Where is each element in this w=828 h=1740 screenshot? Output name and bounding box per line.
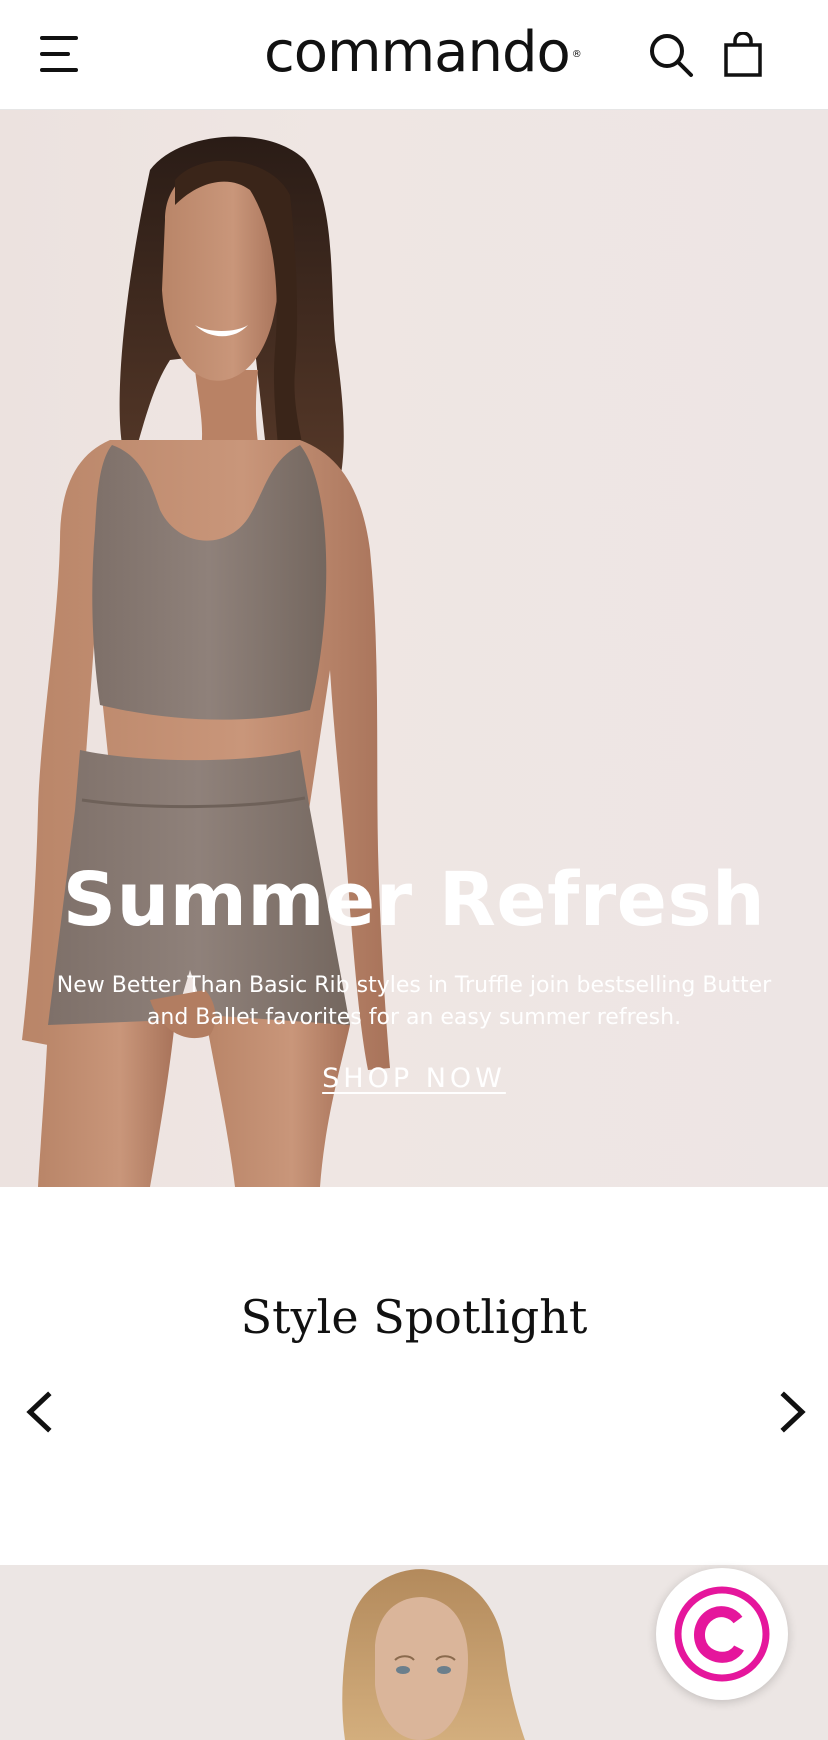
hero-subtitle: New Better Than Basic Rib styles in Truf… xyxy=(56,973,772,1030)
brand-logo[interactable]: commando ® xyxy=(264,18,582,88)
chevron-left-icon xyxy=(26,1391,52,1433)
hero-banner[interactable]: Summer Refresh New Better Than Basic Rib… xyxy=(0,110,828,1187)
menu-line xyxy=(40,68,78,72)
search-icon xyxy=(650,34,693,77)
hero-title: Summer Refresh xyxy=(62,857,766,943)
carousel-next-button[interactable] xyxy=(772,1389,812,1435)
style-spotlight-section: Style Spotlight xyxy=(0,1187,828,1565)
chevron-right-icon xyxy=(780,1391,806,1433)
menu-line xyxy=(40,52,70,56)
shopping-bag-icon xyxy=(724,31,762,77)
carousel-prev-button[interactable] xyxy=(20,1389,60,1435)
shop-now-link[interactable]: SHOP NOW xyxy=(322,1063,506,1094)
hamburger-menu-button[interactable] xyxy=(38,34,82,74)
menu-line xyxy=(40,36,78,40)
hero-cta-wrapper: SHOP NOW xyxy=(0,1063,828,1094)
search-button[interactable] xyxy=(648,32,694,78)
commando-c-logo-icon xyxy=(674,1586,770,1682)
brand-name: commando xyxy=(264,20,571,85)
registered-mark: ® xyxy=(571,49,582,60)
section-title: Style Spotlight xyxy=(240,1290,588,1344)
site-header: commando ® xyxy=(0,0,828,110)
cart-button[interactable] xyxy=(722,31,766,78)
chat-widget-button[interactable] xyxy=(656,1568,788,1700)
